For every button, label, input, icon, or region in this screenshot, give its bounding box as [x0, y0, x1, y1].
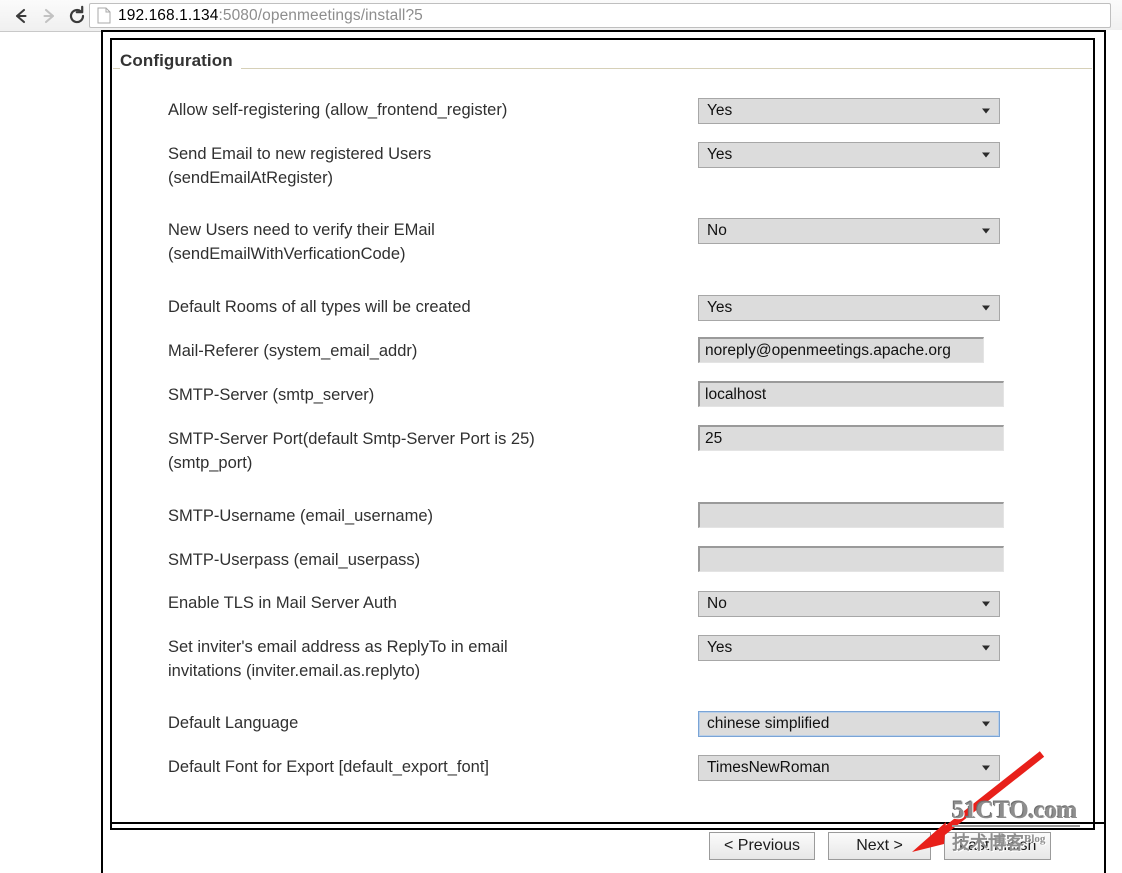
wizard-buttons: < Previous Next > Last Finish: [709, 832, 1052, 860]
select-value: Yes: [707, 102, 733, 119]
chevron-down-icon: [982, 228, 990, 234]
default-export-font-select[interactable]: TimesNewRoman: [698, 755, 1000, 781]
forward-arrow-icon[interactable]: [36, 3, 62, 29]
reload-icon[interactable]: [64, 3, 90, 29]
field-label: New Users need to verify their EMail (se…: [168, 221, 435, 263]
inviter-email-as-replyto-control: Yes: [698, 635, 1000, 661]
default-rooms-created-control: Yes: [698, 295, 1000, 321]
input-value: 25: [705, 429, 723, 447]
chevron-down-icon: [982, 721, 990, 727]
smtp-server-control: localhost: [698, 381, 1004, 407]
chevron-down-icon: [982, 645, 990, 651]
enable-tls-select[interactable]: No: [698, 591, 1000, 617]
field-label: Default Font for Export [default_export_…: [168, 758, 490, 776]
field-label: Mail-Referer (system_email_addr): [168, 342, 418, 360]
browser-toolbar: 192.168.1.134:5080/openmeetings/install?…: [0, 0, 1122, 32]
chevron-down-icon: [982, 765, 990, 771]
input-value: localhost: [705, 385, 767, 403]
select-value: No: [707, 222, 727, 239]
enable-tls-control: No: [698, 591, 1000, 617]
select-value: chinese simplified: [707, 715, 830, 732]
select-value: Yes: [707, 639, 733, 656]
select-value: Yes: [707, 146, 733, 163]
address-bar-text: 192.168.1.134:5080/openmeetings/install?…: [118, 7, 423, 25]
field-label: SMTP-Server Port(default Smtp-Server Por…: [168, 430, 535, 472]
send-email-with-verfication-code-select[interactable]: No: [698, 218, 1000, 244]
field-label: Enable TLS in Mail Server Auth: [168, 594, 397, 612]
select-value: No: [707, 595, 727, 612]
next-button[interactable]: Next >: [828, 832, 932, 860]
legend-divider: [113, 68, 1092, 69]
field-label: Default Language: [168, 714, 299, 732]
smtp-port-control: 25: [698, 425, 1004, 451]
email-userpass-input[interactable]: [698, 546, 1004, 572]
field-label: Send Email to new registered Users (send…: [168, 145, 432, 187]
allow-frontend-register-select[interactable]: Yes: [698, 98, 1000, 124]
chevron-down-icon: [982, 152, 990, 158]
address-bar[interactable]: 192.168.1.134:5080/openmeetings/install?…: [89, 3, 1111, 28]
chevron-down-icon: [982, 601, 990, 607]
page-title: Configuration: [120, 51, 241, 71]
smtp-server-input[interactable]: localhost: [698, 381, 1004, 407]
field-label: Allow self-registering (allow_frontend_r…: [168, 101, 508, 119]
input-value: noreply@openmeetings.apache.org: [705, 341, 951, 359]
field-label: SMTP-Server (smtp_server): [168, 386, 375, 404]
default-export-font-control: TimesNewRoman: [698, 755, 1000, 781]
email-username-input[interactable]: [698, 502, 1004, 528]
chevron-down-icon: [982, 108, 990, 114]
send-email-with-verfication-code-control: No: [698, 218, 1000, 244]
back-arrow-icon[interactable]: [8, 3, 34, 29]
configuration-form: Allow self-registering (allow_frontend_r…: [113, 70, 1092, 812]
system-email-addr-control: noreply@openmeetings.apache.org: [698, 337, 984, 363]
field-label: SMTP-Userpass (email_userpass): [168, 551, 421, 569]
select-value: Yes: [707, 299, 733, 316]
field-label: Default Rooms of all types will be creat…: [168, 298, 471, 316]
previous-button[interactable]: < Previous: [709, 832, 816, 860]
url-path: :5080/openmeetings/install?5: [218, 6, 423, 24]
smtp-port-input[interactable]: 25: [698, 425, 1004, 451]
field-label: Set inviter's email address as ReplyTo i…: [168, 638, 508, 680]
default-language-control: chinese simplified: [698, 711, 1000, 737]
send-email-at-register-select[interactable]: Yes: [698, 142, 1000, 168]
last-finish-button[interactable]: Last Finish: [944, 832, 1052, 860]
system-email-addr-input[interactable]: noreply@openmeetings.apache.org: [698, 337, 984, 363]
navigation-buttons: [0, 3, 90, 29]
default-rooms-created-select[interactable]: Yes: [698, 295, 1000, 321]
email-userpass-control: [698, 546, 1004, 572]
default-language-select[interactable]: chinese simplified: [698, 711, 1000, 737]
url-host: 192.168.1.134: [118, 6, 219, 24]
page-right-gutter: [1106, 30, 1122, 873]
email-username-control: [698, 502, 1004, 528]
send-email-at-register-control: Yes: [698, 142, 1000, 168]
page-document-icon: [97, 7, 111, 24]
field-label: SMTP-Username (email_username): [168, 507, 433, 525]
inviter-email-as-replyto-select[interactable]: Yes: [698, 635, 1000, 661]
footer-divider: [112, 822, 1105, 824]
select-value: TimesNewRoman: [707, 759, 830, 776]
browser-window: 192.168.1.134:5080/openmeetings/install?…: [0, 0, 1122, 873]
chevron-down-icon: [982, 305, 990, 311]
allow-frontend-register-control: Yes: [698, 98, 1000, 124]
